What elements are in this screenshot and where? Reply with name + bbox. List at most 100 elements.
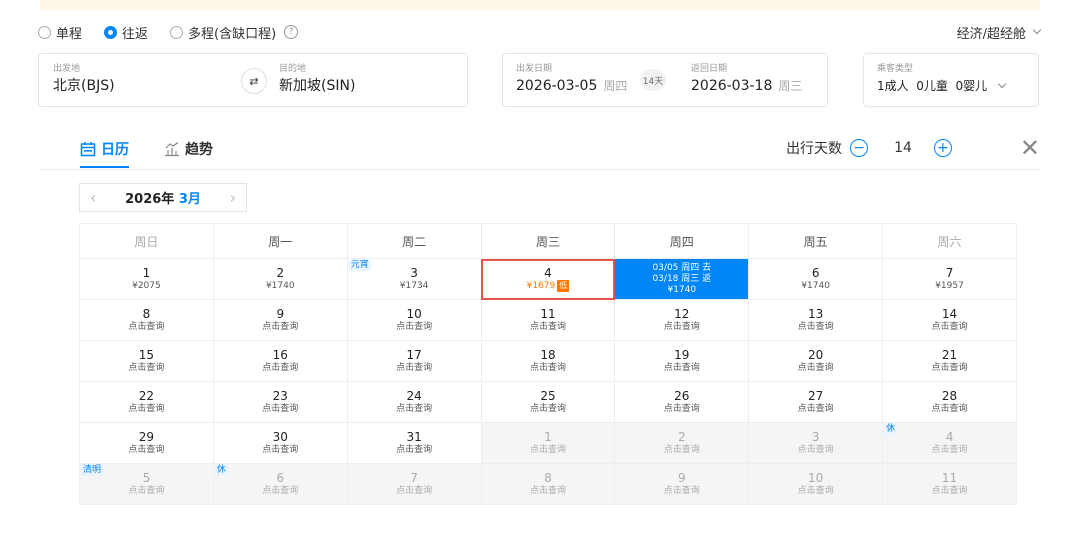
trip-option-oneway[interactable]: 单程 — [38, 23, 82, 42]
price-text: 点击查询 — [797, 486, 834, 496]
arrival-field[interactable]: 目的地 新加坡(SIN) — [279, 64, 355, 95]
calendar-day-cell[interactable]: 30 点击查询 — [212, 422, 348, 464]
day-number: 26 — [674, 389, 690, 403]
calendar-day-cell[interactable]: 11 点击查询 — [480, 299, 616, 341]
route-box: 出发地 北京(BJS) ⇄ 目的地 新加坡(SIN) — [38, 53, 468, 107]
calendar-day-cell[interactable]: 8 点击查询 — [480, 463, 616, 505]
day-number: 9 — [677, 471, 686, 485]
calendar-day-cell[interactable]: 1 ¥2075 — [79, 258, 214, 300]
trip-option-multi[interactable]: 多程(含缺口程) ? — [170, 23, 299, 42]
day-price: 点击查询 — [214, 403, 347, 415]
day-price: 点击查询 — [883, 362, 1016, 374]
trip-days-value: 14 — [894, 140, 912, 156]
calendar-day-cell[interactable]: 25 点击查询 — [480, 381, 616, 423]
calendar-day-cell[interactable]: 13 点击查询 — [748, 299, 884, 341]
passenger-box[interactable]: 乘客类型 1成人 0儿童 0婴儿 — [863, 53, 1039, 107]
holiday-tag: 休 — [214, 465, 228, 476]
oneway-radio[interactable] — [38, 25, 51, 39]
minus-icon[interactable]: − — [850, 139, 869, 157]
calendar-day-cell[interactable]: 26 点击查询 — [614, 381, 750, 423]
calendar-day-cell[interactable]: 休 4 点击查询 — [882, 422, 1017, 464]
day-number: 2 — [276, 266, 285, 280]
date-box: 出发日期 2026-03-05 周四 14天 返回日期 2026-03-18 周三 — [502, 53, 828, 107]
day-number: 6 — [811, 266, 820, 280]
multi-radio[interactable] — [170, 25, 184, 39]
plus-icon[interactable]: + — [933, 139, 952, 157]
calendar-day-cell[interactable]: 20 点击查询 — [748, 340, 884, 382]
day-price: 点击查询 — [214, 444, 347, 456]
calendar-day-cell[interactable]: 24 点击查询 — [346, 381, 482, 423]
trip-option-label: 单程 — [56, 26, 83, 42]
calendar-week-row: 8 点击查询 9 点击查询 10 点击查询 11 点击查询 12 点击查询 13 点击查询 14 点击查询 — [79, 299, 1017, 341]
calendar-day-cell[interactable]: 23 点击查询 — [212, 381, 348, 423]
day-number: 6 — [276, 471, 285, 485]
roundtrip-radio[interactable] — [104, 25, 118, 39]
calendar-day-cell[interactable]: 8 点击查询 — [79, 299, 214, 341]
day-price: 点击查询 — [80, 362, 213, 374]
calendar-day-cell[interactable]: 14 点击查询 — [882, 299, 1017, 341]
calendar-day-cell[interactable]: 03/05 周四 去 03/18 周三 返 ¥1740 — [614, 258, 750, 300]
price-text: 点击查询 — [128, 322, 165, 332]
calendar-day-cell[interactable]: 22 点击查询 — [79, 381, 214, 423]
calendar-day-cell[interactable]: 21 点击查询 — [882, 340, 1017, 382]
calendar-day-cell[interactable]: 休 6 点击查询 — [212, 463, 348, 505]
calendar-day-cell[interactable]: 29 点击查询 — [79, 422, 214, 464]
tab-calendar[interactable]: 日历 — [80, 139, 129, 168]
price-text: 点击查询 — [931, 445, 968, 455]
depart-date-field[interactable]: 出发日期 2026-03-05 周四 — [516, 64, 627, 95]
day-number: 7 — [410, 471, 418, 485]
calendar-day-cell[interactable]: 2 点击查询 — [614, 422, 750, 464]
return-weekday: 周三 — [778, 79, 803, 93]
notice-strip — [40, 0, 1040, 10]
return-date-field[interactable]: 返回日期 2026-03-18 周三 — [691, 64, 802, 95]
return-date-value: 2026-03-18 — [691, 78, 773, 94]
price-text: 点击查询 — [262, 445, 299, 455]
calendar-week-row: 1 ¥2075 2 ¥1740 元宵 3 ¥1734 4 ¥1679 低 03/05 周四 去 03/… — [79, 258, 1017, 300]
day-number: 30 — [272, 430, 288, 444]
day-number: 1 — [544, 430, 552, 444]
tab-trend[interactable]: 趋势 — [164, 139, 213, 159]
holiday-tag: 休 — [884, 424, 898, 435]
calendar-day-cell[interactable]: 12 点击查询 — [614, 299, 750, 341]
calendar-day-cell[interactable]: 27 点击查询 — [748, 381, 884, 423]
calendar-day-cell[interactable]: 10 点击查询 — [748, 463, 884, 505]
departure-field[interactable]: 出发地 北京(BJS) — [53, 64, 115, 95]
calendar-day-cell[interactable]: 元宵 3 ¥1734 — [346, 258, 482, 300]
calendar-day-cell[interactable]: 31 点击查询 — [346, 422, 482, 464]
calendar-day-cell[interactable]: 10 点击查询 — [346, 299, 482, 341]
calendar-day-cell[interactable]: 7 点击查询 — [346, 463, 482, 505]
calendar-day-cell[interactable]: 2 ¥1740 — [212, 258, 348, 300]
day-number: 17 — [406, 348, 422, 362]
calendar-day-cell[interactable]: 15 点击查询 — [79, 340, 214, 382]
price-text: 点击查询 — [663, 445, 700, 455]
help-icon[interactable]: ? — [284, 25, 299, 39]
holiday-tag: 元宵 — [348, 260, 371, 271]
calendar-day-cell[interactable]: 3 点击查询 — [748, 422, 884, 464]
price-text: 点击查询 — [396, 445, 433, 455]
next-month-icon[interactable]: › — [230, 188, 236, 207]
trip-option-roundtrip[interactable]: 往返 — [104, 23, 148, 42]
passenger-field[interactable]: 乘客类型 1成人 0儿童 0婴儿 — [877, 64, 1007, 95]
close-icon[interactable]: ✕ — [1020, 136, 1040, 160]
swap-icon[interactable]: ⇄ — [241, 68, 267, 94]
calendar-day-cell[interactable]: 1 点击查询 — [480, 422, 616, 464]
calendar-day-cell[interactable]: 9 点击查询 — [614, 463, 750, 505]
calendar-day-cell[interactable]: 7 ¥1957 — [882, 258, 1017, 300]
day-number: 18 — [540, 348, 556, 362]
year-label: 2026年 — [125, 192, 175, 207]
calendar-day-cell[interactable]: 18 点击查询 — [480, 340, 616, 382]
day-number: 21 — [941, 348, 958, 362]
day-price: 点击查询 — [749, 444, 882, 456]
calendar-day-cell[interactable]: 11 点击查询 — [882, 463, 1017, 505]
cabin-select[interactable]: 经济/超经舱 — [957, 23, 1042, 42]
calendar-day-cell[interactable]: 16 点击查询 — [212, 340, 348, 382]
calendar-day-cell[interactable]: 28 点击查询 — [882, 381, 1017, 423]
calendar-day-cell[interactable]: 17 点击查询 — [346, 340, 482, 382]
calendar-day-cell[interactable]: 4 ¥1679 低 — [480, 258, 616, 300]
day-number: 11 — [941, 471, 958, 485]
calendar-day-cell[interactable]: 清明 5 点击查询 — [79, 463, 214, 505]
prev-month-icon[interactable]: ‹ — [90, 188, 96, 207]
calendar-day-cell[interactable]: 6 ¥1740 — [748, 258, 884, 300]
calendar-day-cell[interactable]: 19 点击查询 — [614, 340, 750, 382]
calendar-day-cell[interactable]: 9 点击查询 — [212, 299, 348, 341]
